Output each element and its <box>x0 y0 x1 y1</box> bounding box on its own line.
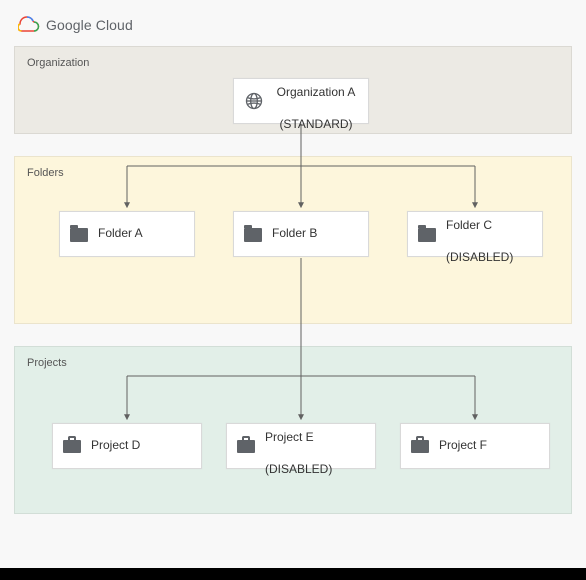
folder-icon <box>244 226 262 242</box>
folder-icon <box>418 226 436 242</box>
folder-c-text: Folder C (DISABLED) <box>446 203 513 265</box>
node-project-f: Project F <box>400 423 550 469</box>
header: Google Cloud <box>18 16 133 34</box>
zone-organization-label: Organization <box>27 57 89 69</box>
node-folder-c: Folder C (DISABLED) <box>407 211 543 257</box>
briefcase-icon <box>63 439 81 453</box>
header-brand-text: Google Cloud <box>46 17 133 33</box>
folder-icon <box>70 226 88 242</box>
project-f-label: Project F <box>439 438 487 454</box>
brand-word-1: Google <box>46 17 92 33</box>
node-project-d: Project D <box>52 423 202 469</box>
org-line1: Organization A <box>277 85 356 99</box>
node-folder-b: Folder B <box>233 211 369 257</box>
node-project-e: Project E (DISABLED) <box>226 423 376 469</box>
folder-c-line1: Folder C <box>446 218 492 232</box>
zone-folders-label: Folders <box>27 167 64 179</box>
google-cloud-logo <box>18 16 40 34</box>
folder-b-label: Folder B <box>272 226 317 242</box>
folder-c-line2: (DISABLED) <box>446 250 513 264</box>
project-d-label: Project D <box>91 438 140 454</box>
zone-projects-label: Projects <box>27 357 67 369</box>
briefcase-icon <box>411 439 429 453</box>
project-e-text: Project E (DISABLED) <box>265 415 332 477</box>
bottom-bar <box>0 568 586 580</box>
node-organization-a: Organization A (STANDARD) <box>233 78 369 124</box>
brand-word-2: Cloud <box>96 17 133 33</box>
project-e-line2: (DISABLED) <box>265 462 332 476</box>
node-organization-text: Organization A (STANDARD) <box>274 70 358 132</box>
diagram-canvas: Google Cloud Organization Folders Projec… <box>0 0 586 568</box>
node-folder-a: Folder A <box>59 211 195 257</box>
globe-icon <box>244 91 264 111</box>
project-e-line1: Project E <box>265 430 314 444</box>
folder-a-label: Folder A <box>98 226 143 242</box>
briefcase-icon <box>237 439 255 453</box>
org-line2: (STANDARD) <box>279 117 352 131</box>
